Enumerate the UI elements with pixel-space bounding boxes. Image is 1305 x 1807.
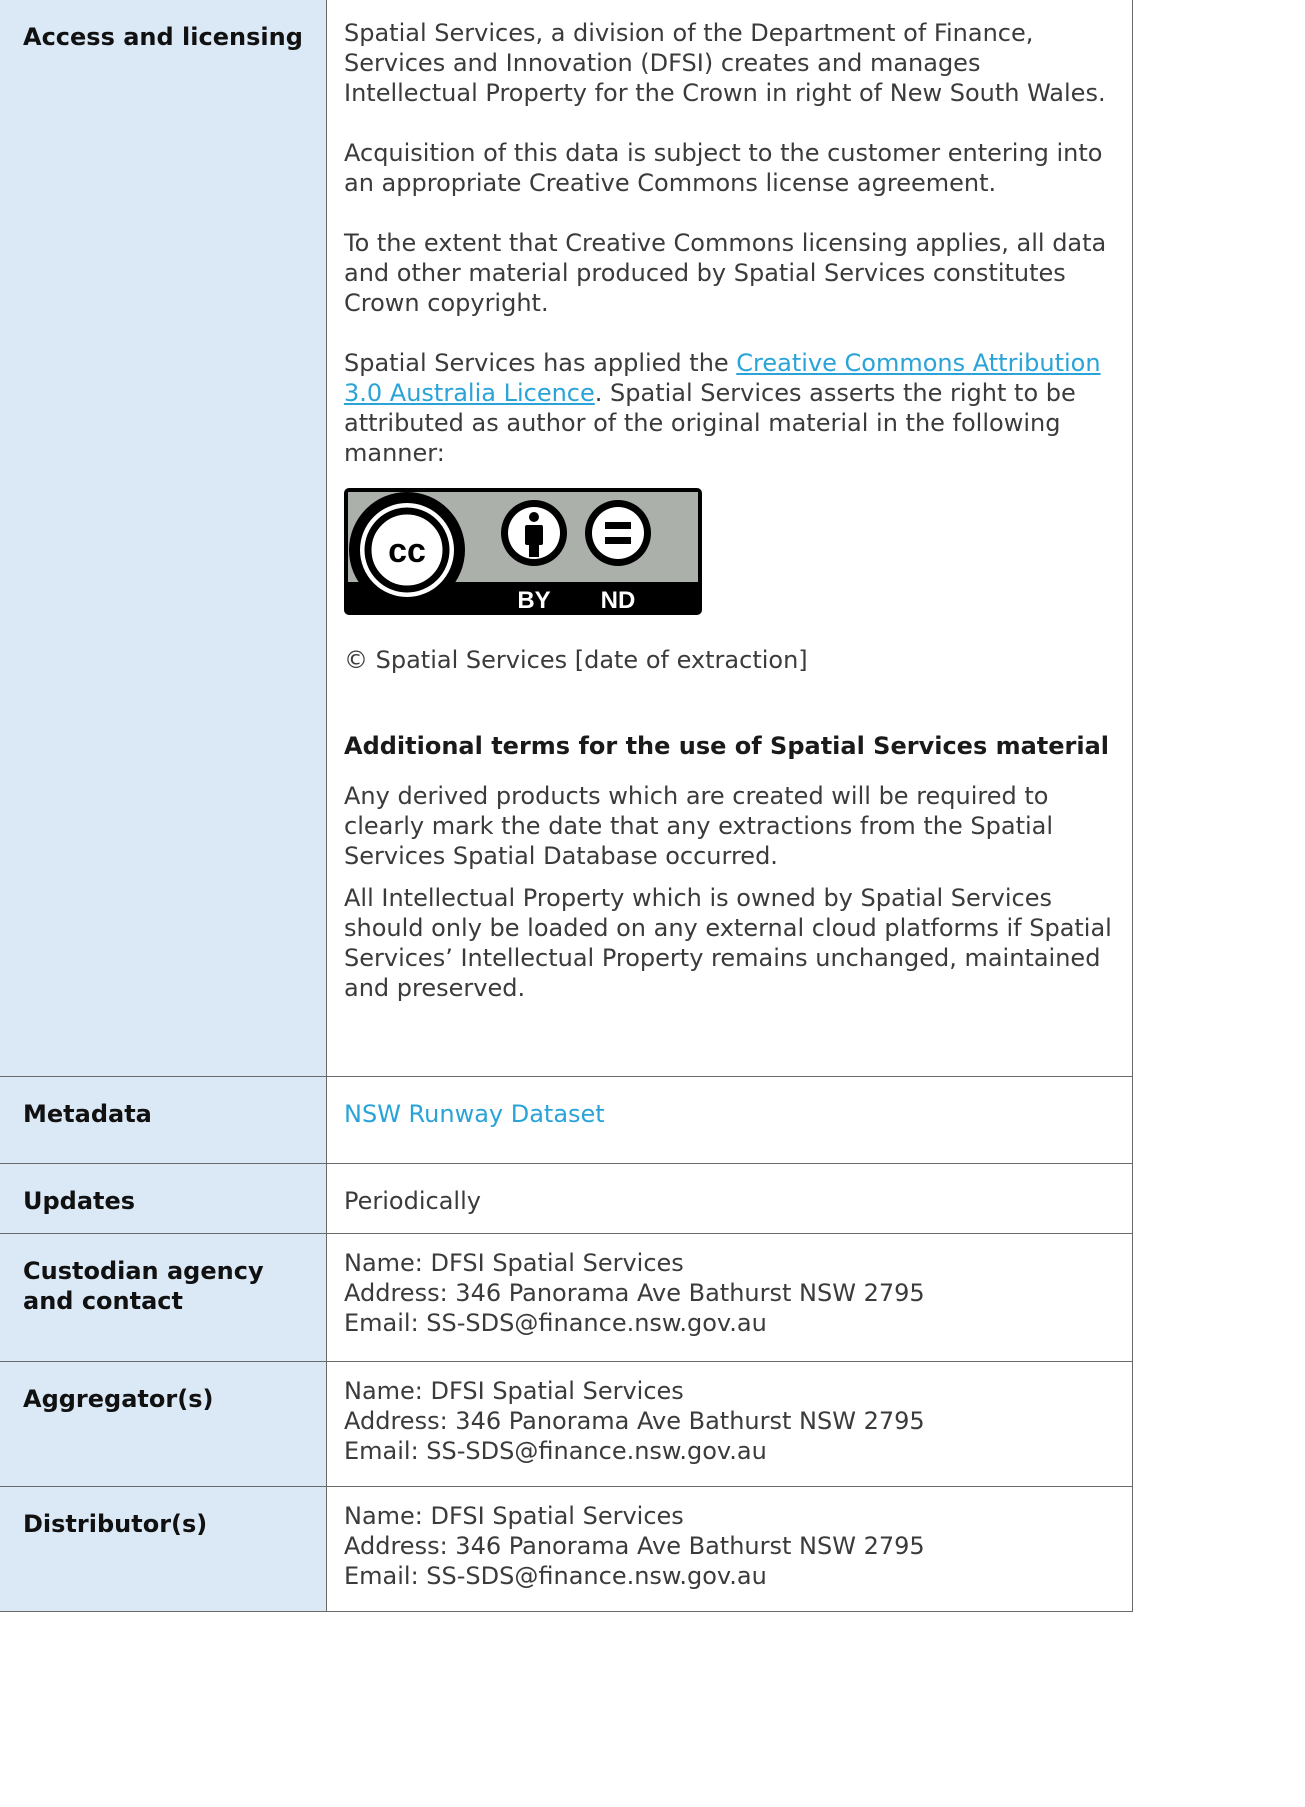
row-label: Access and licensing xyxy=(23,23,303,51)
contact-name: Name: DFSI Spatial Services xyxy=(344,1502,684,1530)
row-value-cell: Spatial Services, a division of the Depa… xyxy=(326,0,1133,1077)
updates-value: Periodically xyxy=(344,1187,481,1215)
row-label-cell: Custodian agency and contact xyxy=(0,1233,327,1362)
row-label: Distributor(s) xyxy=(23,1510,208,1538)
licence-paragraph: Spatial Services has applied the Creativ… xyxy=(344,348,1112,468)
cc-by-nd-badge-image: cc BY ND xyxy=(344,488,702,615)
metadata-table: Access and licensing Spatial Services, a… xyxy=(0,0,1133,1612)
row-label-cell: Aggregator(s) xyxy=(0,1361,327,1487)
row-value-cell: Periodically xyxy=(326,1163,1133,1234)
contact-email: Email: SS-SDS@finance.nsw.gov.au xyxy=(344,1437,767,1465)
row-value-cell: Name: DFSI Spatial Services Address: 346… xyxy=(326,1361,1133,1487)
subheading: Additional terms for the use of Spatial … xyxy=(344,732,1110,760)
row-metadata: Metadata NSW Runway Dataset xyxy=(0,1076,1133,1164)
by-text: BY xyxy=(517,587,550,614)
row-value-cell: Name: DFSI Spatial Services Address: 346… xyxy=(326,1233,1133,1362)
cc-by-nd-badge: cc BY ND xyxy=(344,488,1112,615)
row-label: Custodian agency and contact xyxy=(23,1257,264,1315)
contact-name: Name: DFSI Spatial Services xyxy=(344,1249,684,1277)
person-icon-body xyxy=(525,525,543,545)
equals-icon-top xyxy=(605,522,631,529)
contact-email: Email: SS-SDS@finance.nsw.gov.au xyxy=(344,1562,767,1590)
paragraph: All Intellectual Property which is owned… xyxy=(344,884,1112,1002)
row-label: Metadata xyxy=(23,1100,152,1128)
row-aggregator: Aggregator(s) Name: DFSI Spatial Service… xyxy=(0,1361,1133,1487)
row-distributor: Distributor(s) Name: DFSI Spatial Servic… xyxy=(0,1486,1133,1612)
contact-address: Address: 346 Panorama Ave Bathurst NSW 2… xyxy=(344,1279,925,1307)
paragraph: Any derived products which are created w… xyxy=(344,782,1054,870)
person-icon-head xyxy=(529,512,539,522)
cc-text: cc xyxy=(388,532,426,570)
paragraph: To the extent that Creative Commons lice… xyxy=(344,229,1107,317)
row-updates: Updates Periodically xyxy=(0,1163,1133,1234)
licence-text-before: Spatial Services has applied the xyxy=(344,349,737,377)
row-label-cell: Metadata xyxy=(0,1076,327,1164)
row-value-cell: Name: DFSI Spatial Services Address: 346… xyxy=(326,1486,1133,1612)
contact-name: Name: DFSI Spatial Services xyxy=(344,1377,684,1405)
row-access-licensing: Access and licensing Spatial Services, a… xyxy=(0,0,1133,1077)
row-value-cell: NSW Runway Dataset xyxy=(326,1076,1133,1164)
row-custodian: Custodian agency and contact Name: DFSI … xyxy=(0,1233,1133,1362)
paragraph: Acquisition of this data is subject to t… xyxy=(344,139,1103,197)
paragraph: Spatial Services, a division of the Depa… xyxy=(344,19,1106,107)
contact-email: Email: SS-SDS@finance.nsw.gov.au xyxy=(344,1309,767,1337)
copyright-notice: © Spatial Services [date of extraction] xyxy=(344,646,808,674)
row-label: Aggregator(s) xyxy=(23,1385,214,1413)
row-label-cell: Access and licensing xyxy=(0,0,327,1077)
equals-icon-bottom xyxy=(605,537,631,544)
nd-text: ND xyxy=(601,587,636,614)
row-label: Updates xyxy=(23,1187,136,1215)
contact-address: Address: 346 Panorama Ave Bathurst NSW 2… xyxy=(344,1407,925,1435)
metadata-link[interactable]: NSW Runway Dataset xyxy=(344,1100,605,1128)
row-label-cell: Distributor(s) xyxy=(0,1486,327,1612)
contact-address: Address: 346 Panorama Ave Bathurst NSW 2… xyxy=(344,1532,925,1560)
row-label-cell: Updates xyxy=(0,1163,327,1234)
